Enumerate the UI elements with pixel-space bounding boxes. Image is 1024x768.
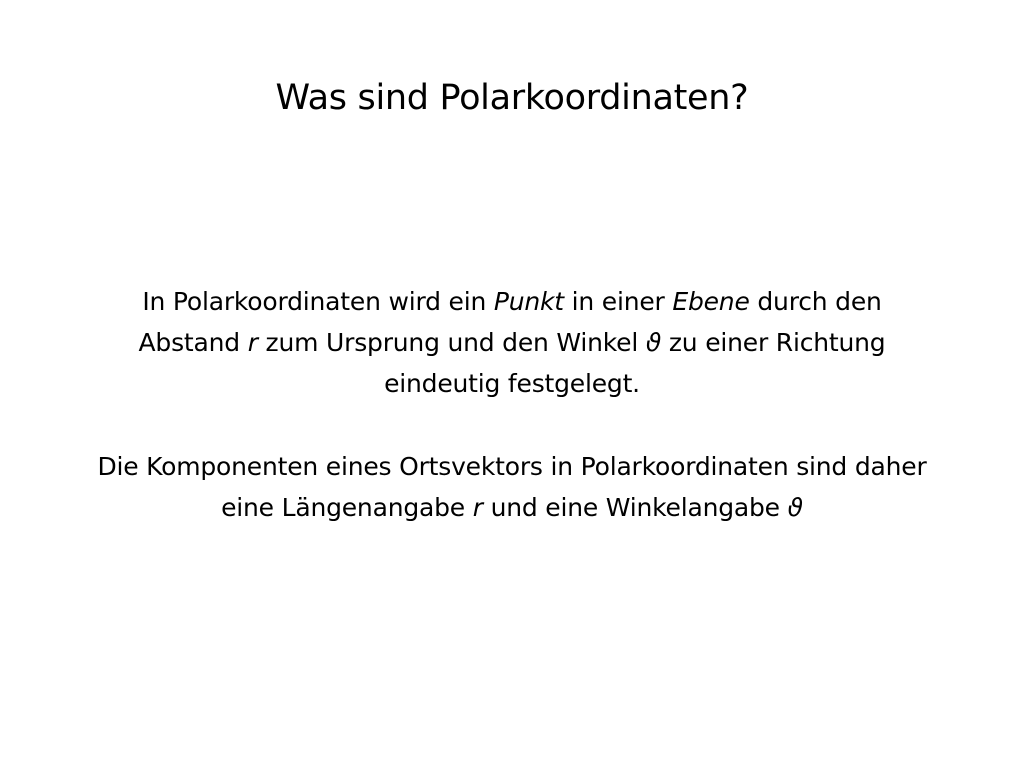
text-segment: eine Längenangabe — [221, 493, 473, 522]
slide-title: Was sind Polarkoordinaten? — [275, 78, 749, 118]
slide: Was sind Polarkoordinaten? In Polarkoord… — [0, 0, 1024, 768]
components-line-2: eine Längenangabe r und eine Winkelangab… — [30, 487, 994, 528]
text-segment: in einer — [563, 287, 673, 316]
symbol-theta: ϑ — [645, 328, 662, 357]
term-punkt: Punkt — [493, 287, 564, 316]
symbol-r: r — [472, 493, 483, 522]
definition-paragraph: In Polarkoordinaten wird ein Punkt in ei… — [30, 281, 994, 404]
symbol-theta: ϑ — [787, 493, 803, 522]
text-segment: In Polarkoordinaten wird ein — [142, 287, 494, 316]
symbol-r: r — [247, 328, 258, 357]
definition-line-2: Abstand r zum Ursprung und den Winkel ϑ … — [30, 322, 994, 363]
definition-line-3: eindeutig festgelegt. — [384, 369, 640, 398]
components-paragraph: Die Komponenten eines Ortsvektors in Pol… — [30, 446, 994, 528]
text-segment: Abstand — [138, 328, 248, 357]
components-line-1: Die Komponenten eines Ortsvektors in Pol… — [97, 452, 927, 481]
text-segment: und eine Winkelangabe — [482, 493, 788, 522]
text-segment: durch den — [749, 287, 882, 316]
definition-line-1: In Polarkoordinaten wird ein Punkt in ei… — [30, 281, 994, 322]
text-segment: zu einer Richtung — [661, 328, 886, 357]
term-ebene: Ebene — [672, 287, 750, 316]
text-segment: zum Ursprung und den Winkel — [257, 328, 646, 357]
